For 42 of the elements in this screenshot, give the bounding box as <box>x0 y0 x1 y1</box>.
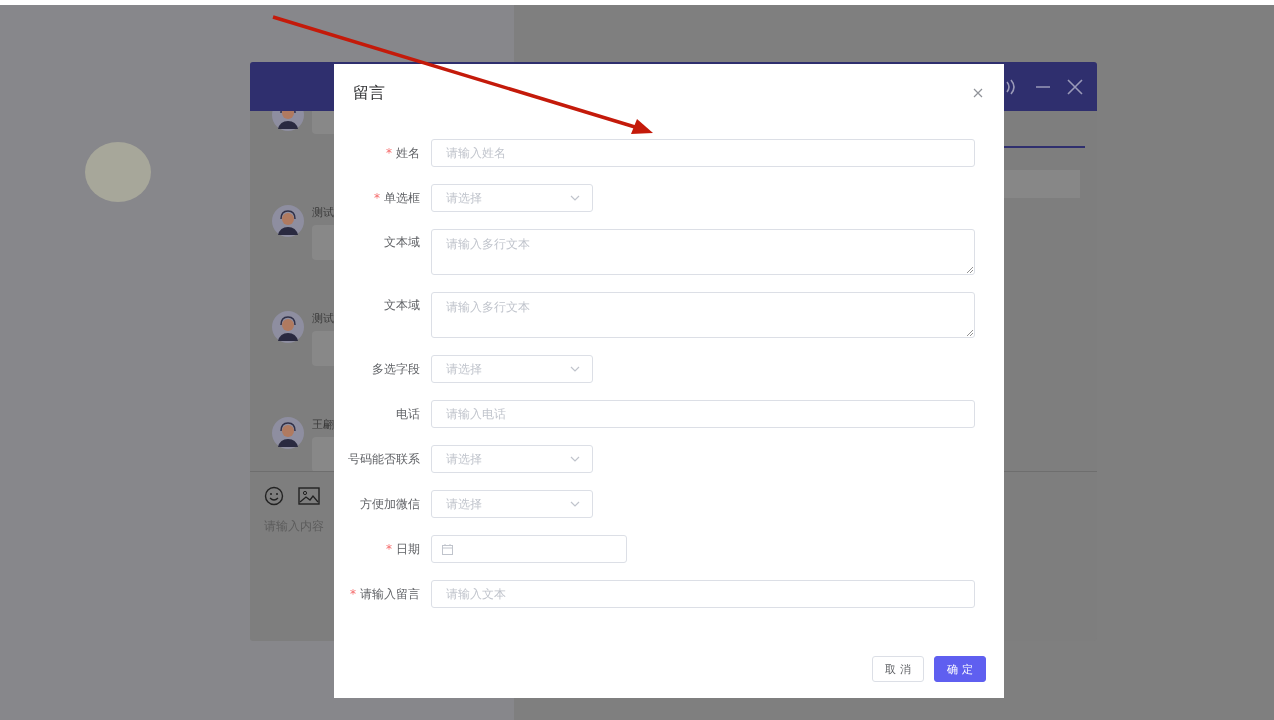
select-field[interactable]: 请选择 <box>431 490 593 518</box>
close-icon[interactable] <box>1067 78 1083 95</box>
field-label: 文本域 <box>384 298 420 312</box>
date-field[interactable] <box>431 535 627 563</box>
image-icon[interactable] <box>298 486 320 506</box>
textarea-field[interactable]: 请输入多行文本 <box>431 292 975 338</box>
resize-handle-icon <box>966 266 973 273</box>
required-mark: * <box>374 190 380 205</box>
resize-handle-icon <box>966 329 973 336</box>
cancel-button[interactable]: 取 消 <box>872 656 924 682</box>
field-label: 姓名 <box>396 145 420 160</box>
field-label: 号码能否联系 <box>348 451 420 466</box>
input-field[interactable]: 请输入文本 <box>431 580 975 608</box>
field-label: 电话 <box>396 406 420 421</box>
caret-icon <box>570 501 580 507</box>
select-field[interactable]: 请选择 <box>431 184 593 212</box>
avatar-icon <box>272 417 304 449</box>
avatar-icon <box>272 311 304 343</box>
field-label: 多选字段 <box>372 361 420 376</box>
input-field[interactable]: 请输入姓名 <box>431 139 975 167</box>
caret-icon <box>570 366 580 372</box>
textarea-field[interactable]: 请输入多行文本 <box>431 229 975 275</box>
select-field[interactable]: 请选择 <box>431 355 593 383</box>
calendar-icon <box>442 543 453 555</box>
caret-icon <box>570 456 580 462</box>
required-mark: * <box>386 541 392 556</box>
field-label: 日期 <box>396 541 420 556</box>
field-label: 方便加微信 <box>360 496 420 511</box>
emoji-icon[interactable] <box>264 486 284 506</box>
caret-icon <box>570 195 580 201</box>
confirm-button[interactable]: 确 定 <box>934 656 986 682</box>
required-mark: * <box>386 145 392 160</box>
input-field[interactable]: 请输入电话 <box>431 400 975 428</box>
field-label: 单选框 <box>384 190 420 205</box>
field-label: 文本域 <box>384 235 420 249</box>
sender-name: 王翩 <box>312 417 335 432</box>
dialog-title: 留言 <box>353 82 385 104</box>
close-icon[interactable] <box>973 88 983 98</box>
avatar-icon <box>272 205 304 237</box>
required-mark: * <box>350 586 356 601</box>
field-label: 请输入留言 <box>360 586 420 601</box>
select-field[interactable]: 请选择 <box>431 445 593 473</box>
